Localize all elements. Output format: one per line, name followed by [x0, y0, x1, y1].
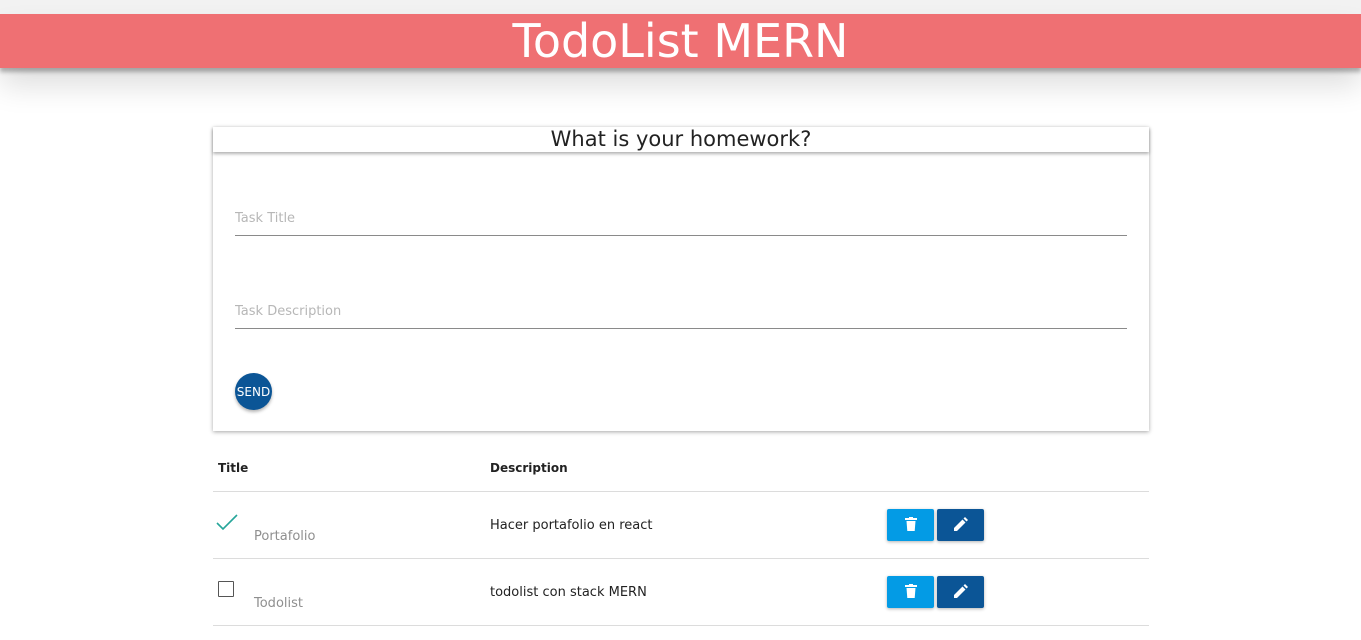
table-row: Todolist todolist con stack MERN [213, 559, 1149, 626]
delete-button[interactable] [887, 509, 934, 541]
app-title: TodoList MERN [512, 14, 849, 68]
checkbox-icon[interactable] [218, 581, 234, 597]
form-heading: What is your homework? [550, 127, 812, 151]
edit-button[interactable] [937, 576, 984, 608]
task-title: Portafolio [254, 529, 316, 544]
check-icon[interactable] [216, 514, 238, 532]
task-description: todolist con stack MERN [490, 585, 647, 600]
task-description: Hacer portafolio en react [490, 518, 653, 533]
top-strip [0, 0, 1361, 14]
table-header: Title Description [213, 448, 1149, 492]
app-header: TodoList MERN [0, 14, 1361, 68]
column-header-title: Title [218, 461, 249, 475]
task-form-card: What is your homework? SEND [213, 127, 1149, 431]
trash-icon [904, 516, 917, 534]
column-header-description: Description [490, 461, 568, 475]
pencil-icon [953, 583, 968, 601]
trash-icon [904, 583, 917, 601]
pencil-icon [953, 516, 968, 534]
task-title: Todolist [254, 596, 303, 611]
edit-button[interactable] [937, 509, 984, 541]
table-row: Portafolio Hacer portafolio en react [213, 492, 1149, 559]
delete-button[interactable] [887, 576, 934, 608]
task-title-input[interactable] [235, 202, 1127, 236]
task-description-input[interactable] [235, 295, 1127, 329]
form-heading-bar: What is your homework? [213, 127, 1149, 152]
tasks-table: Title Description Portafolio Hacer porta… [213, 448, 1149, 626]
send-button[interactable]: SEND [235, 373, 272, 410]
